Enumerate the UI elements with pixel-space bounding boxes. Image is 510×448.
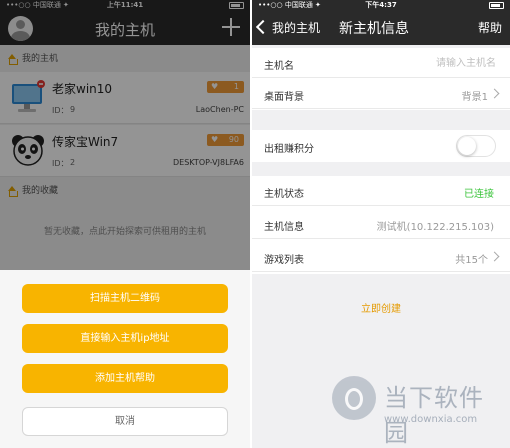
left-screen: •••○○ 中国联通 ✦ 上午11:41 我的主机 我的主机 老家win10 I… xyxy=(0,0,250,448)
scan-qr-button[interactable]: 扫描主机二维码 xyxy=(22,284,228,313)
form-group-info: 主机状态 已连接 主机信息 测试机(10.122.215.103) 游戏列表 共… xyxy=(252,176,510,274)
page-title: 新主机信息 xyxy=(339,21,409,37)
watermark-logo-icon xyxy=(332,376,376,420)
chevron-right-icon xyxy=(489,251,500,262)
status-row: 主机状态 已连接 xyxy=(252,176,510,206)
games-row[interactable]: 游戏列表 共15个 xyxy=(252,242,510,272)
chevron-right-icon xyxy=(489,88,500,99)
games-value: 共15个 xyxy=(455,255,488,266)
cancel-button[interactable]: 取消 xyxy=(22,407,228,436)
info-label: 主机信息 xyxy=(264,222,304,233)
status-value: 已连接 xyxy=(464,189,494,200)
info-row: 主机信息 测试机(10.122.215.103) xyxy=(252,209,510,239)
help-button[interactable]: 帮助 xyxy=(478,19,502,36)
create-button[interactable]: 立即创建 xyxy=(252,300,510,315)
right-status-bar: •••○○ 中国联通 ✦ 下午4:37 xyxy=(252,0,510,10)
host-name-row[interactable]: 主机名 xyxy=(252,48,510,78)
right-navbar: •••○○ 中国联通 ✦ 下午4:37 我的主机 新主机信息 帮助 xyxy=(252,0,510,45)
host-name-label: 主机名 xyxy=(264,61,294,72)
desktop-bg-row[interactable]: 桌面背景 背景1 xyxy=(252,79,510,109)
rent-row: 出租赚积分 xyxy=(252,130,510,162)
form-group-basic: 主机名 桌面背景 背景1 xyxy=(252,48,510,110)
rent-label: 出租赚积分 xyxy=(264,144,314,155)
watermark-url: www.downxia.com xyxy=(384,414,478,425)
watermark-text: 当下软件园 xyxy=(384,384,484,447)
desktop-bg-value: 背景1 xyxy=(461,92,488,103)
status-label: 主机状态 xyxy=(264,189,304,200)
games-label: 游戏列表 xyxy=(264,255,304,266)
form-group-rent: 出租赚积分 xyxy=(252,130,510,162)
back-button[interactable]: 我的主机 xyxy=(272,19,320,36)
desktop-bg-label: 桌面背景 xyxy=(264,92,304,103)
info-value: 测试机(10.122.215.103) xyxy=(376,222,494,233)
enter-ip-button[interactable]: 直接输入主机ip地址 xyxy=(22,324,228,353)
host-name-input[interactable] xyxy=(346,56,496,70)
battery-icon xyxy=(489,2,504,9)
toggle-knob xyxy=(458,137,476,155)
add-host-help-button[interactable]: 添加主机帮助 xyxy=(22,364,228,393)
rent-toggle[interactable] xyxy=(456,135,496,157)
status-time: 下午4:37 xyxy=(365,1,397,9)
back-chevron-icon[interactable] xyxy=(255,19,271,35)
watermark: 当下软件园 www.downxia.com xyxy=(332,370,502,447)
